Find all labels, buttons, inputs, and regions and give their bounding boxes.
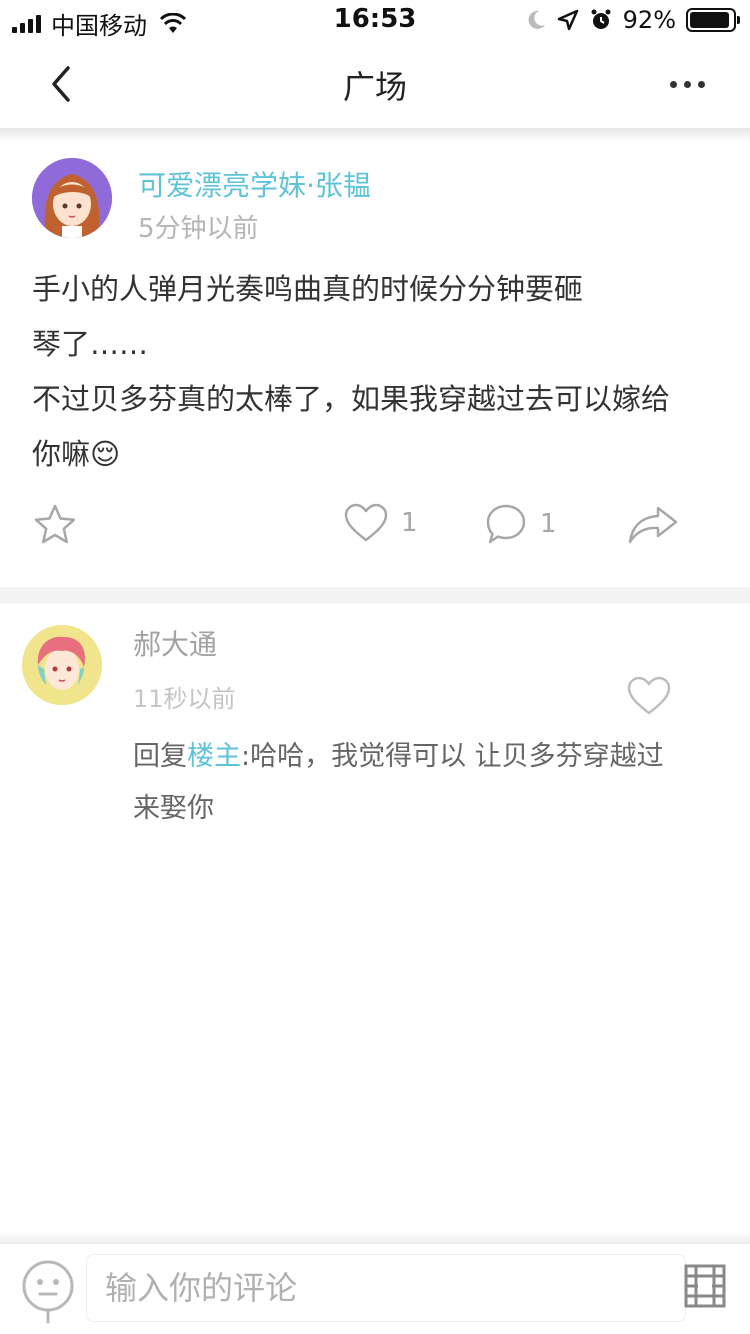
reply-target-link[interactable]: 楼主 xyxy=(187,741,241,772)
comment-like-button[interactable] xyxy=(626,675,672,721)
battery-percent: 92% xyxy=(622,6,676,34)
location-icon xyxy=(557,9,578,31)
post-line: 琴了…… xyxy=(32,327,149,361)
comment-item: 郝大通 11秒以前 回复楼主:哈哈，我觉得可以 让贝多芬穿越过 来娶你 xyxy=(0,603,750,843)
heart-icon xyxy=(627,676,671,715)
like-count: 1 xyxy=(401,508,418,538)
avatar[interactable] xyxy=(22,625,102,705)
emoji-icon[interactable] xyxy=(20,1256,76,1326)
favorite-button[interactable] xyxy=(32,502,78,548)
heart-icon xyxy=(344,503,388,542)
share-arrow-icon xyxy=(628,506,678,544)
send-icon[interactable] xyxy=(684,1264,726,1308)
post-timestamp: 5分钟以前 xyxy=(138,214,259,244)
post-line: 不过贝多芬真的太棒了，如果我穿越过去可以嫁给 xyxy=(32,382,671,416)
page-title: 广场 xyxy=(342,68,407,106)
moon-icon xyxy=(528,10,545,29)
reply-prefix: 回复 xyxy=(133,741,187,772)
comment-text: :哈哈，我觉得可以 让贝多芬穿越过 xyxy=(241,741,664,772)
battery-icon xyxy=(686,8,740,32)
battery-fill xyxy=(690,12,729,28)
boy-avatar-icon xyxy=(22,625,102,705)
bottom-bar-shadow xyxy=(0,1232,750,1244)
comment-input[interactable] xyxy=(86,1254,686,1322)
comment-input-bar xyxy=(0,1244,750,1334)
more-dots-icon[interactable] xyxy=(670,70,710,98)
section-divider xyxy=(0,587,750,603)
like-button[interactable]: 1 xyxy=(343,502,418,544)
nav-shadow xyxy=(0,128,750,142)
girl-avatar-icon xyxy=(32,158,112,238)
star-icon xyxy=(34,504,76,544)
comment-timestamp: 11秒以前 xyxy=(133,685,236,713)
post-actions: 1 1 xyxy=(0,502,750,558)
post-card: 可爱漂亮学妹·张韫 5分钟以前 手小的人弹月光奏鸣曲真的时候分分钟要砸 琴了……… xyxy=(0,142,750,587)
comment-content: 回复楼主:哈哈，我觉得可以 让贝多芬穿越过 来娶你 xyxy=(133,731,693,835)
comment-text: 来娶你 xyxy=(133,793,214,824)
comment-author-name[interactable]: 郝大通 xyxy=(133,623,217,663)
comment-count: 1 xyxy=(540,509,557,539)
comment-button[interactable]: 1 xyxy=(484,502,557,546)
comment-bubble-icon xyxy=(486,504,526,544)
nav-bar: 广场 xyxy=(0,40,750,128)
share-button[interactable] xyxy=(626,502,680,548)
post-content: 手小的人弹月光奏鸣曲真的时候分分钟要砸 琴了…… 不过贝多芬真的太棒了，如果我穿… xyxy=(32,262,712,482)
alarm-icon xyxy=(591,9,611,29)
status-bar-right: 92% xyxy=(525,6,740,34)
avatar[interactable] xyxy=(32,158,112,238)
status-bar: 中国移动 16:53 92% xyxy=(0,0,750,40)
post-author-name[interactable]: 可爱漂亮学妹·张韫 xyxy=(138,164,371,204)
post-line: 你嘛😌 xyxy=(32,437,121,471)
post-line: 手小的人弹月光奏鸣曲真的时候分分钟要砸 xyxy=(32,272,584,306)
